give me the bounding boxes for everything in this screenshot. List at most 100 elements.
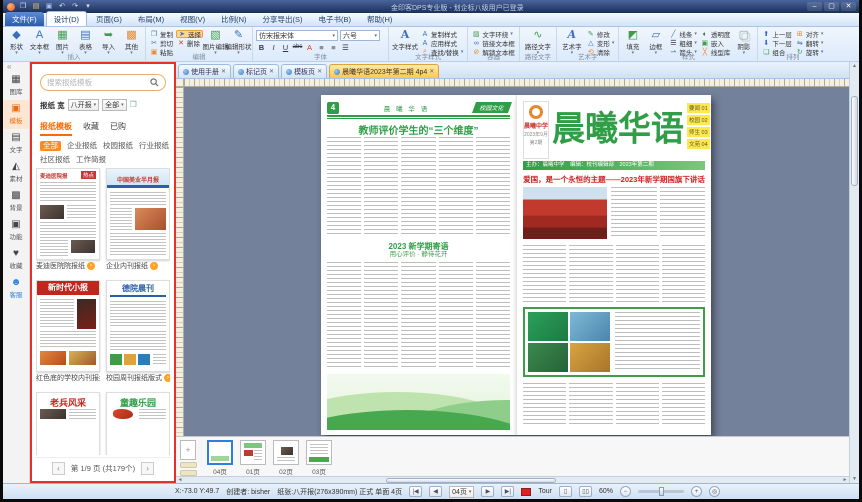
template-card[interactable]: 童趣乐园 [106,392,170,455]
close-tab-icon[interactable]: ✕ [221,68,226,75]
vertical-scrollbar[interactable]: ▲ ▼ [849,62,859,483]
zoom-out-button[interactable]: − [620,486,631,497]
rail-item-support[interactable]: ☻客服 [3,274,29,303]
menu-tab-page[interactable]: 页面(G) [89,12,129,26]
template-card[interactable]: 德院晨刊 校园周刊报纸版式› [106,280,170,384]
page-thumbnail[interactable] [240,440,266,465]
apply-style-button[interactable]: A应用样式 [420,39,464,47]
zoom-slider-thumb[interactable] [659,487,664,496]
next-page-templates-button[interactable]: › [141,462,154,475]
copy-style-button[interactable]: A复制样式 [420,30,464,38]
page-thumbnail-selected[interactable] [207,440,233,465]
collapse-panel-icon[interactable]: « [7,63,11,71]
link-textbox-button[interactable]: ∞链接文本框 [471,39,516,47]
inset-button[interactable]: ▣嵌入 [700,39,732,47]
first-page-button[interactable]: |◀ [409,486,422,497]
page-thumb-item[interactable]: 02页 [273,440,299,476]
font-family-select[interactable]: 仿宋报宋体▾ [256,30,338,41]
menu-tab-help[interactable]: 帮助(H) [360,12,399,26]
font-size-select[interactable]: 六号▾ [340,30,380,41]
rail-item-templates[interactable]: ▣模板 [3,100,29,129]
flip-button[interactable]: ⇋翻转▾ [795,39,825,47]
last-page-button[interactable]: ▶| [501,486,514,497]
new-file-icon[interactable]: ❐ [18,2,28,12]
search-input[interactable] [47,78,150,87]
menu-tab-view[interactable]: 视图(V) [173,12,212,26]
wordart-transform-button[interactable]: △变形▾ [586,39,616,47]
page-thumbnail[interactable] [306,440,332,465]
close-button[interactable]: ✕ [841,2,856,11]
chip-work-brief[interactable]: 工作简报 [76,155,106,165]
refresh-icon[interactable]: ❐ [130,100,137,110]
next-page-button[interactable]: ▶ [481,486,494,497]
tab-newspaper-templates[interactable]: 报纸模板 [40,121,72,136]
bring-forward-button[interactable]: ⬆上一层 [761,30,793,38]
zoom-slider[interactable] [638,490,684,493]
menu-tab-share-export[interactable]: 分享导出(S) [256,12,310,26]
facing-pages-view-icon[interactable]: ▯▯ [579,486,592,497]
send-backward-button[interactable]: ⬇下一层 [761,39,793,47]
vertical-scroll-thumb[interactable] [851,96,858,186]
close-tab-icon[interactable]: ✕ [269,68,274,75]
rail-item-assets[interactable]: ◭素材 [3,158,29,187]
menu-tab-design[interactable]: 设计(D) [46,11,87,26]
undo-icon[interactable]: ↶ [57,2,67,12]
template-card[interactable]: 麦迪医院报 热点 麦迪医院院报纸› [36,168,100,272]
close-tab-icon[interactable]: ✕ [317,68,322,75]
template-go-icon[interactable]: › [87,262,95,270]
scope-select[interactable]: 全部▾ [102,99,127,111]
template-thumbnail[interactable]: 德院晨刊 [106,280,170,372]
menu-tab-ebook[interactable]: 电子书(B) [312,12,359,26]
doc-tab-manual[interactable]: 使用手册✕ [178,64,231,78]
newspaper-page-left[interactable]: 4 晨 曦 华 语 校园文化 教师评价学生的“三个维度” 2023 新学期寄语 … [321,95,516,435]
page-thumbnail[interactable] [273,440,299,465]
page-thumb-item[interactable]: 04页 [207,440,233,476]
delete-button[interactable]: ✕删除 [176,39,203,47]
chip-campus[interactable]: 校园报纸 [103,141,133,151]
chip-industry[interactable]: 行业报纸 [139,141,169,151]
menu-tab-layout[interactable]: 布局(M) [131,12,171,26]
weight-button[interactable]: ☰粗细▾ [668,39,698,47]
rail-item-background[interactable]: ▩背景 [3,187,29,216]
opacity-button[interactable]: ◐透明度 [700,30,732,38]
align-button[interactable]: ⊞对齐▾ [795,30,825,38]
open-file-icon[interactable]: ▤ [31,2,41,12]
quick-access-caret-icon[interactable]: ▾ [83,2,93,12]
template-go-icon[interactable]: › [164,374,170,382]
menu-tab-scale[interactable]: 比例(N) [214,12,253,26]
filmstrip-mode-tab[interactable] [180,462,197,468]
page-select[interactable]: 04页▾ [449,486,474,498]
rail-item-text[interactable]: ▤文字 [3,129,29,158]
template-go-icon[interactable]: › [150,262,158,270]
cut-button[interactable]: ✂剪切 [149,39,174,47]
doc-tab-marks[interactable]: 标记页✕ [233,64,279,78]
minimize-button[interactable]: – [807,2,822,11]
doc-tab-template[interactable]: 模板页✕ [281,64,327,78]
save-icon[interactable]: ▣ [44,2,54,12]
close-tab-icon[interactable]: ✕ [429,68,434,75]
prev-page-templates-button[interactable]: ‹ [52,462,65,475]
search-box[interactable] [40,74,166,91]
color-swatch[interactable] [521,488,531,496]
template-card[interactable]: 新时代小报 红色底的学校内刊报纸› [36,280,100,384]
chip-community[interactable]: 社区报纸 [40,155,70,165]
template-thumbnail[interactable]: 老兵风采 [36,392,100,455]
rail-item-gallery[interactable]: ▦图库 [3,71,29,100]
template-thumbnail[interactable]: 麦迪医院报 热点 [36,168,100,260]
select-button[interactable]: ➤选择 [176,30,203,38]
canvas[interactable]: 4 晨 曦 华 语 校园文化 教师评价学生的“三个维度” 2023 新学期寄语 … [184,87,849,436]
paper-size-select[interactable]: 八开报▾ [68,99,100,111]
horizontal-scrollbar[interactable]: ◄ ► [176,476,849,483]
template-thumbnail[interactable]: 中国美业半月报 [106,168,170,260]
template-card[interactable]: 中国美业半月报 企业内刊报纸› [106,168,170,272]
template-thumbnail[interactable]: 童趣乐园 [106,392,170,455]
chip-all[interactable]: 全部 [40,141,61,151]
chip-enterprise[interactable]: 企业报纸 [67,141,97,151]
page-thumb-item[interactable]: 01页 [240,440,266,476]
rail-item-functions[interactable]: ▣功能 [3,216,29,245]
doc-tab-active[interactable]: 晨曦华语2023年第二期 4p4✕ [329,64,439,78]
maximize-button[interactable]: ▢ [824,2,839,11]
wordart-modify-button[interactable]: ✎修改 [586,30,616,38]
add-page-button[interactable]: + [180,440,196,460]
single-page-view-icon[interactable]: ▯ [559,486,572,497]
